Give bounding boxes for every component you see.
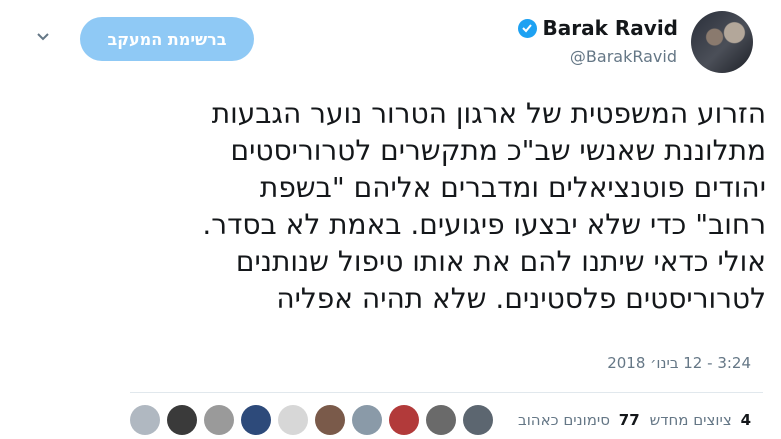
- profile-avatar[interactable]: [691, 11, 753, 73]
- user-name-row: Barak Ravid: [517, 14, 678, 42]
- liker-avatar[interactable]: [241, 405, 271, 435]
- tweet-line: מתלוננת שאנשי שב"כ מתקשרים לטרוריסטים: [230, 134, 766, 167]
- user-handle[interactable]: @BarakRavid: [570, 47, 677, 66]
- following-button[interactable]: ברשימת המעקב: [80, 17, 254, 61]
- tweet-text: הזרוע המשפטית של ארגון הטרור נוער הגבעות…: [36, 95, 766, 317]
- verified-badge-icon: [517, 18, 537, 38]
- liker-avatar[interactable]: [130, 405, 160, 435]
- liker-avatar[interactable]: [426, 405, 456, 435]
- liker-avatar[interactable]: [167, 405, 197, 435]
- likes-label: סימונים כאהוב: [518, 411, 610, 429]
- likes-count: 77: [618, 411, 640, 429]
- tweet-line: רחוב" כדי שלא יבצעו פיגועים. באמת לא בסד…: [202, 208, 766, 241]
- liker-avatar[interactable]: [352, 405, 382, 435]
- following-button-label: ברשימת המעקב: [107, 29, 227, 49]
- tweet-stats: 4 ציוצים מחדש 77 סימונים כאהוב: [518, 411, 751, 429]
- liker-avatar[interactable]: [204, 405, 234, 435]
- tweet-timestamp[interactable]: 3:24 - 12 בינו׳ 2018: [607, 354, 751, 372]
- tweet-line: יהודים פוטנציאלים ומדברים אליהם "בשפת: [259, 171, 766, 204]
- tweet-line: הזרוע המשפטית של ארגון הטרור נוער הגבעות: [211, 97, 766, 130]
- liker-avatar[interactable]: [315, 405, 345, 435]
- divider: [130, 392, 763, 393]
- retweets-stat[interactable]: 4 ציוצים מחדש: [650, 411, 751, 429]
- display-name[interactable]: Barak Ravid: [543, 16, 678, 40]
- retweets-label: ציוצים מחדש: [649, 411, 732, 429]
- liker-avatar[interactable]: [389, 405, 419, 435]
- tweet-line: לטרוריסטים פלסטינים. שלא תהיה אפליה: [276, 282, 766, 315]
- retweets-count: 4: [740, 411, 751, 429]
- liker-avatars: [130, 405, 493, 435]
- tweet-line: אולי כדאי שיתנו להם את אותו טיפול שנותני…: [235, 245, 766, 278]
- liker-avatar[interactable]: [278, 405, 308, 435]
- chevron-down-icon[interactable]: [36, 30, 50, 44]
- likes-stat[interactable]: 77 סימונים כאהוב: [518, 411, 640, 429]
- liker-avatar[interactable]: [463, 405, 493, 435]
